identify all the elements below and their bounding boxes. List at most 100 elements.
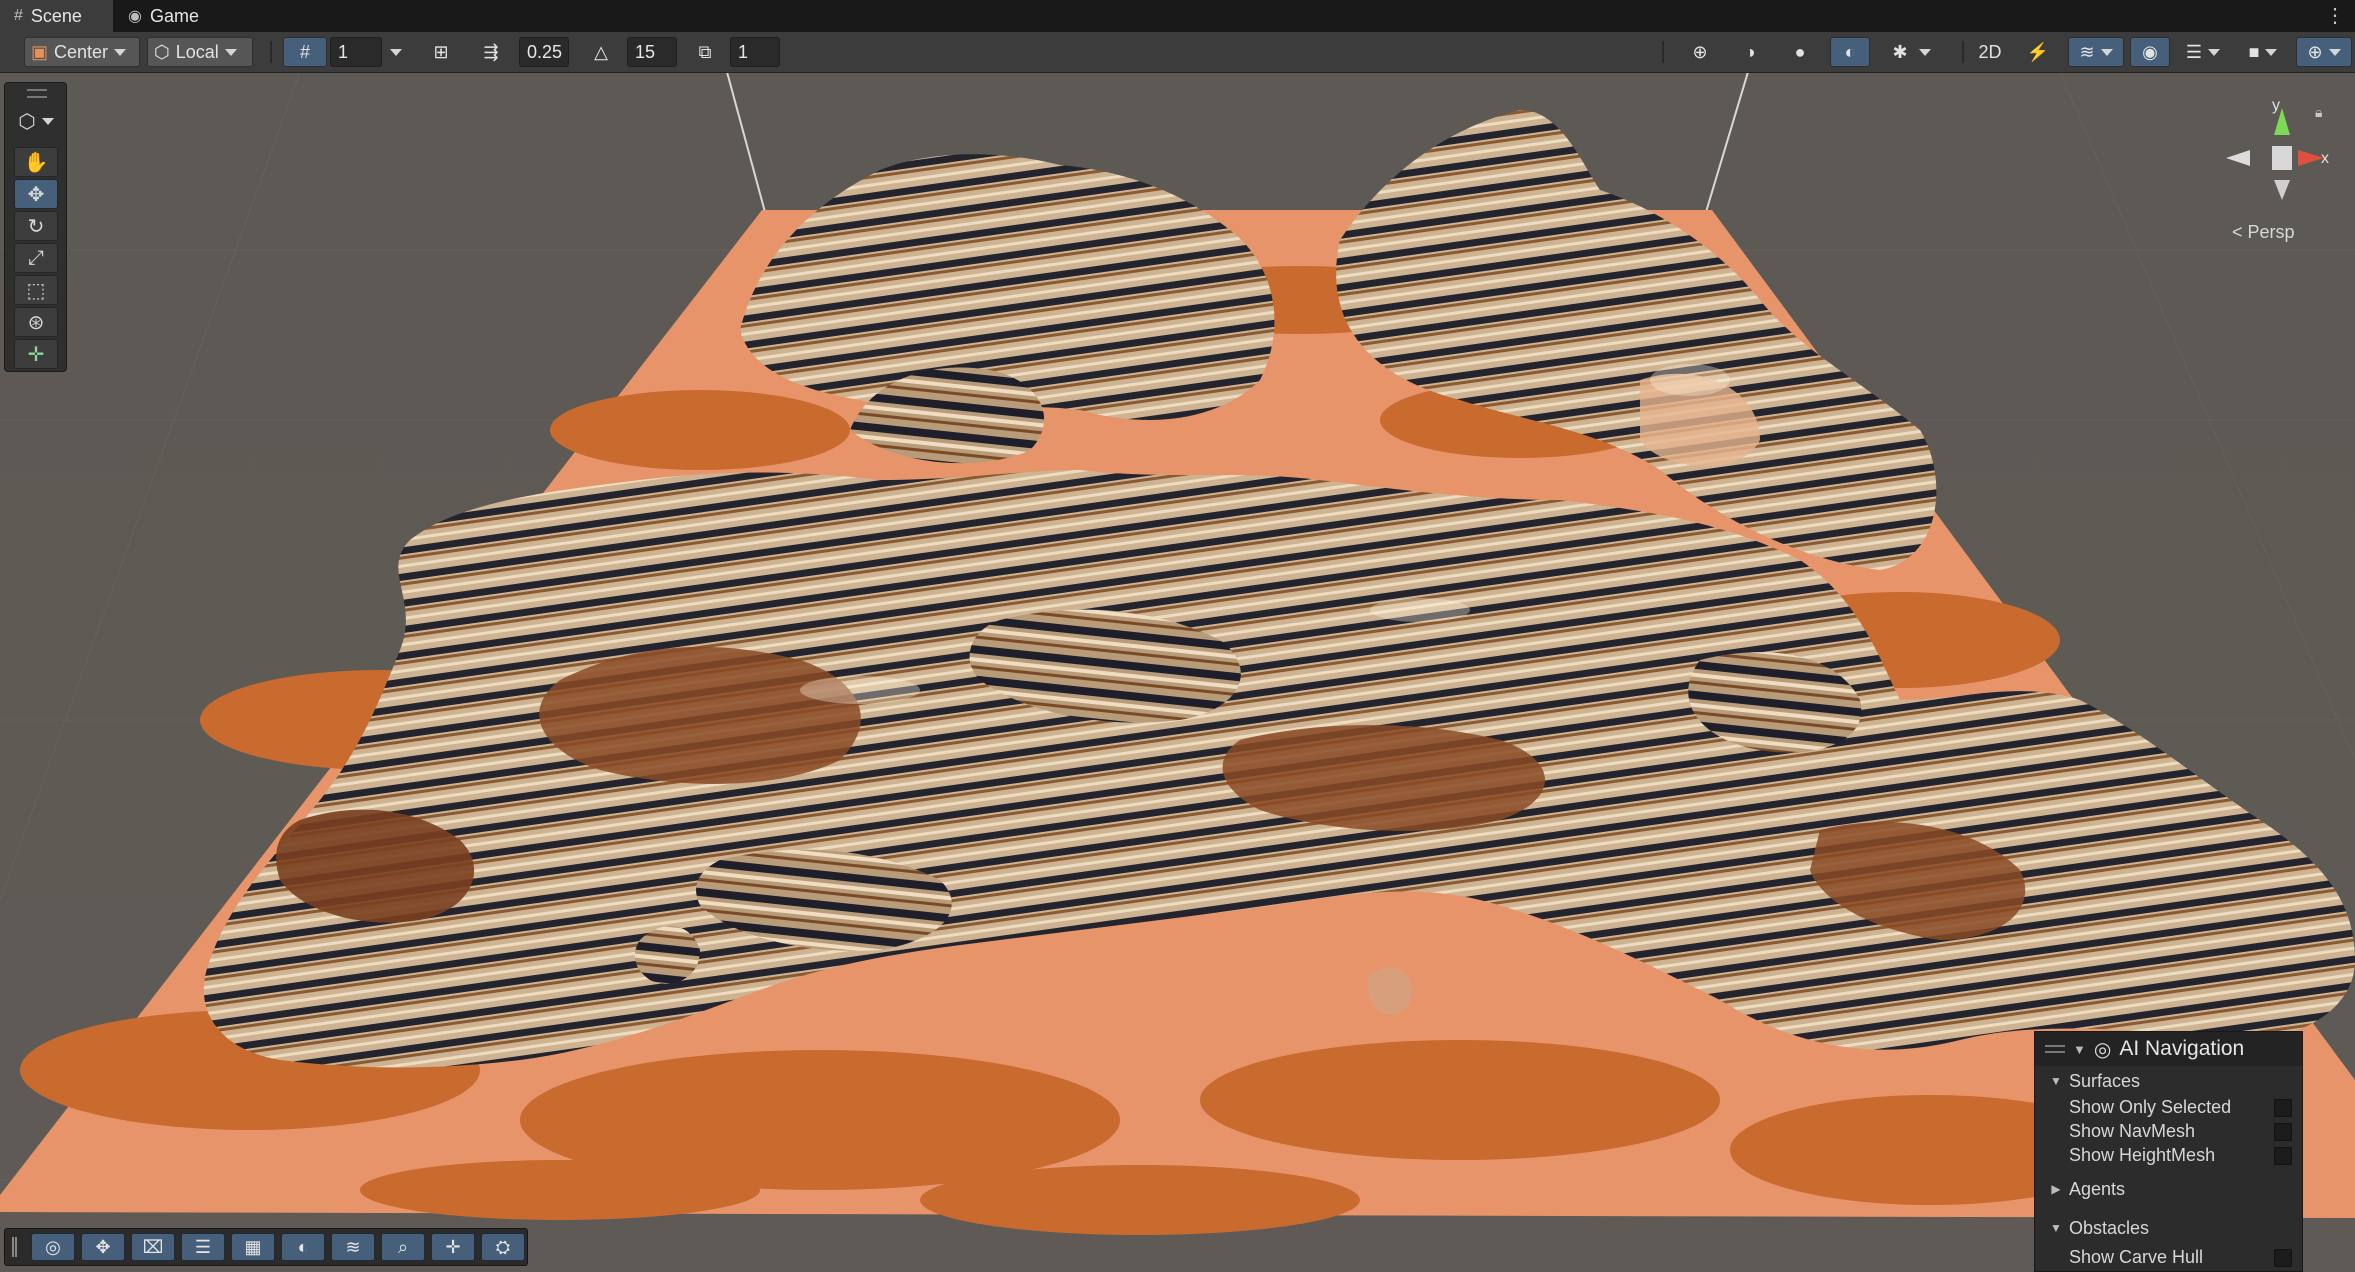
lighting-overlay-button[interactable]: ◐	[281, 1233, 325, 1261]
drag-handle-icon[interactable]	[12, 1237, 17, 1257]
tools-overlay: ⬡ ✋ ✥ ↻ ⤢ ⬚ ⊛ ✛	[4, 82, 67, 372]
orientation-overlay-button[interactable]: ✛	[431, 1233, 475, 1261]
rotate-snap-value: 15	[635, 41, 656, 62]
grid-toggle-button[interactable]: #	[283, 37, 327, 67]
rotate-icon: ↻	[27, 215, 45, 238]
shaded-wireframe-icon[interactable]: ◑	[1730, 37, 1770, 67]
show-carve-hull-toggle[interactable]: Show Carve Hull	[2035, 1245, 2302, 1269]
compass-icon: ◎	[2093, 1038, 2112, 1061]
obstacles-foldout[interactable]: ▼ Obstacles	[2035, 1216, 2302, 1240]
layers-dropdown[interactable]: ☰	[2178, 37, 2228, 67]
show-only-selected-checkbox[interactable]	[2274, 1099, 2292, 1117]
lighting-toggle-icon[interactable]: ⚡	[2018, 37, 2058, 67]
scene-visibility-icon[interactable]: ◉	[2130, 37, 2170, 67]
move-tool-button[interactable]: ✥	[14, 179, 58, 209]
search-icon: ⌕	[397, 1236, 409, 1257]
scale-tool-button[interactable]: ⤢	[14, 243, 58, 273]
tab-scene-label: Scene	[30, 5, 82, 26]
surfaces-label: Surfaces	[2069, 1070, 2141, 1091]
grid-options-dropdown[interactable]	[384, 37, 408, 67]
separator	[1662, 41, 1664, 63]
gizmo-x-label: x	[2321, 150, 2329, 167]
tools-icon: ⌧	[142, 1236, 164, 1257]
foldout-closed-icon: ▶	[2051, 1182, 2061, 1196]
tools-overlay-button[interactable]: ⌧	[131, 1233, 175, 1261]
camera-overlay-button[interactable]: ⛭	[481, 1233, 525, 1261]
move-snap-value: 0.25	[527, 41, 563, 62]
draw-mode-dropdown[interactable]	[1914, 37, 1936, 67]
chevron-down-icon	[2328, 48, 2341, 56]
pivot-rotation-dropdown[interactable]: ⬡ Local	[147, 37, 253, 67]
custom-tool-button[interactable]: ✛	[14, 339, 58, 369]
rect-tool-button[interactable]: ⬚	[14, 275, 58, 305]
grid-size-field[interactable]: 1	[330, 37, 382, 67]
projection-label: Persp	[2247, 222, 2295, 242]
rotate-tool-button[interactable]: ↻	[14, 211, 58, 241]
hand-icon: ✋	[23, 151, 49, 174]
scene-viewport[interactable]: y x	[0, 0, 2355, 1272]
lighting-mode-icon[interactable]: ◐	[1830, 37, 1870, 67]
chevron-down-icon	[390, 48, 402, 56]
grid-icon: ▦	[244, 1236, 262, 1257]
lock-icon[interactable]: 🔒︎	[2315, 104, 2322, 121]
show-carve-hull-checkbox[interactable]	[2274, 1249, 2292, 1267]
surfaces-foldout[interactable]: ▼ Surfaces	[2035, 1069, 2302, 1093]
hand-tool-button[interactable]: ✋	[14, 147, 58, 177]
grid-overlay-button[interactable]: ▦	[231, 1233, 275, 1261]
move-overlay-button[interactable]: ✥	[81, 1233, 125, 1261]
increment-snap-icon[interactable]: ⊞	[424, 37, 458, 67]
navigation-compass-button[interactable]: ◎	[31, 1233, 75, 1261]
separator	[270, 41, 272, 63]
tab-game[interactable]: ◉ Game	[114, 0, 214, 32]
projection-toggle[interactable]: < Persp	[2232, 222, 2295, 243]
layers-overlay-button[interactable]: ≋	[331, 1233, 375, 1261]
scale-snap-icon[interactable]: ⧉	[688, 37, 722, 67]
foldout-open-icon: ▼	[2050, 1074, 2062, 1088]
chevron-down-icon	[2208, 48, 2221, 56]
camera-icon: ■	[2248, 41, 2260, 62]
chevron-left-icon: <	[2232, 222, 2243, 242]
scene-camera-dropdown[interactable]: ■	[2238, 37, 2288, 67]
wireframe-globe-icon[interactable]: ⊕	[1680, 37, 1720, 67]
kebab-menu-icon[interactable]: ⋮	[2325, 3, 2345, 28]
show-navmesh-toggle[interactable]: Show NavMesh	[2035, 1119, 2302, 1143]
show-carve-hull-label: Show Carve Hull	[2069, 1246, 2204, 1267]
effects-toggle-button[interactable]: ≋	[2068, 37, 2124, 67]
gizmo-y-label: y	[2272, 97, 2280, 114]
drag-handle-icon[interactable]	[27, 89, 47, 98]
move-snap-field[interactable]: 0.25	[519, 37, 569, 67]
ai-navigation-header[interactable]: ▼ ◎ AI Navigation	[2035, 1032, 2302, 1066]
settings-overlay-button[interactable]: ☰	[181, 1233, 225, 1261]
effects-layers-icon: ≋	[2079, 41, 2095, 62]
show-heightmesh-toggle[interactable]: Show HeightMesh	[2035, 1143, 2302, 1167]
transform-icon: ⊛	[27, 311, 45, 334]
rotate-snap-icon[interactable]: △	[584, 37, 618, 67]
view-options-dropdown[interactable]: ⬡	[11, 105, 61, 137]
lighting-icon: ◐	[297, 1236, 309, 1257]
rotate-snap-field[interactable]: 15	[627, 37, 677, 67]
collapse-triangle-icon[interactable]: ▼	[2073, 1042, 2086, 1057]
compass-icon: ◎	[45, 1236, 61, 1257]
move-snap-icon[interactable]: ⇶	[474, 37, 508, 67]
search-overlay-button[interactable]: ⌕	[381, 1233, 425, 1261]
pivot-center-icon: ▣	[31, 41, 49, 62]
scale-snap-field[interactable]: 1	[730, 37, 780, 67]
show-only-selected-label: Show Only Selected	[2069, 1096, 2232, 1117]
pivot-mode-dropdown[interactable]: ▣ Center	[24, 37, 140, 67]
gizmos-toggle-button[interactable]: ⊕	[2296, 37, 2352, 67]
shaded-sphere-icon[interactable]: ●	[1780, 37, 1820, 67]
tab-scene[interactable]: # Scene	[0, 0, 113, 32]
2d-toggle-icon[interactable]: 2D	[1970, 37, 2010, 67]
chevron-down-icon	[224, 48, 237, 56]
show-heightmesh-checkbox[interactable]	[2274, 1147, 2292, 1165]
chevron-down-icon	[2100, 48, 2113, 56]
chevron-down-icon	[114, 48, 127, 56]
hash-icon: #	[14, 7, 23, 24]
show-navmesh-checkbox[interactable]	[2274, 1123, 2292, 1141]
drag-handle-icon[interactable]	[2045, 1045, 2065, 1053]
show-heightmesh-label: Show HeightMesh	[2069, 1144, 2216, 1165]
agents-foldout[interactable]: ▶ Agents	[2035, 1177, 2302, 1201]
transform-tool-button[interactable]: ⊛	[14, 307, 58, 337]
show-only-selected-toggle[interactable]: Show Only Selected	[2035, 1095, 2302, 1119]
custom-tool-icon: ✛	[27, 343, 45, 366]
